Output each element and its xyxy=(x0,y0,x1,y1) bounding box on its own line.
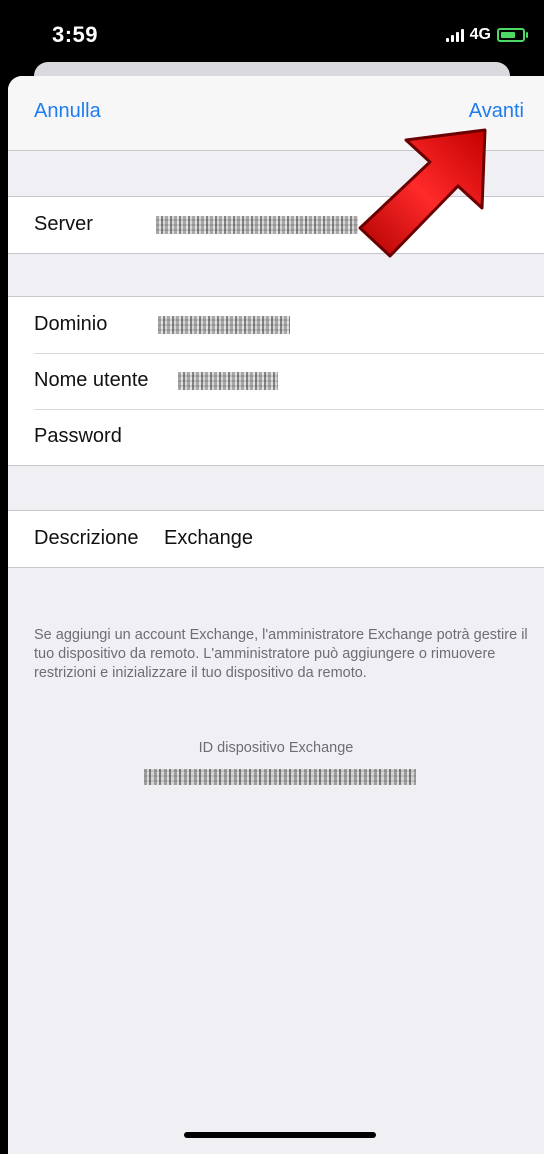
account-group: Dominio Nome utente Password xyxy=(8,296,544,466)
device-id-label: ID dispositivo Exchange xyxy=(198,740,354,756)
battery-cap xyxy=(526,32,528,38)
password-row[interactable]: Password xyxy=(8,409,544,465)
status-indicators: 4G xyxy=(445,26,528,44)
device-id-redacted xyxy=(144,769,416,785)
home-indicator[interactable] xyxy=(184,1132,376,1138)
exchange-disclaimer: Se aggiungi un account Exchange, l'ammin… xyxy=(34,627,528,681)
cancel-button[interactable]: Annulla xyxy=(34,100,101,123)
description-row[interactable]: Descrizione Exchange xyxy=(8,511,544,567)
password-label: Password xyxy=(34,425,122,447)
next-button[interactable]: Avanti xyxy=(469,100,524,123)
description-label: Descrizione xyxy=(34,527,139,549)
status-time: 3:59 xyxy=(52,22,99,47)
battery-charging-icon xyxy=(497,28,525,42)
username-label: Nome utente xyxy=(34,369,149,391)
username-row[interactable]: Nome utente xyxy=(8,353,544,409)
network-type: 4G xyxy=(469,26,491,43)
server-field-redacted[interactable] xyxy=(156,216,358,234)
server-label: Server xyxy=(34,213,93,235)
description-value[interactable]: Exchange xyxy=(164,527,253,550)
domain-row[interactable]: Dominio xyxy=(8,297,544,353)
description-group: Descrizione Exchange xyxy=(8,510,544,568)
domain-label: Dominio xyxy=(34,313,108,335)
domain-field-redacted[interactable] xyxy=(158,316,290,334)
red-arrow-icon xyxy=(358,128,487,258)
signal-bars-icon xyxy=(445,28,464,42)
username-field-redacted[interactable] xyxy=(178,372,278,390)
